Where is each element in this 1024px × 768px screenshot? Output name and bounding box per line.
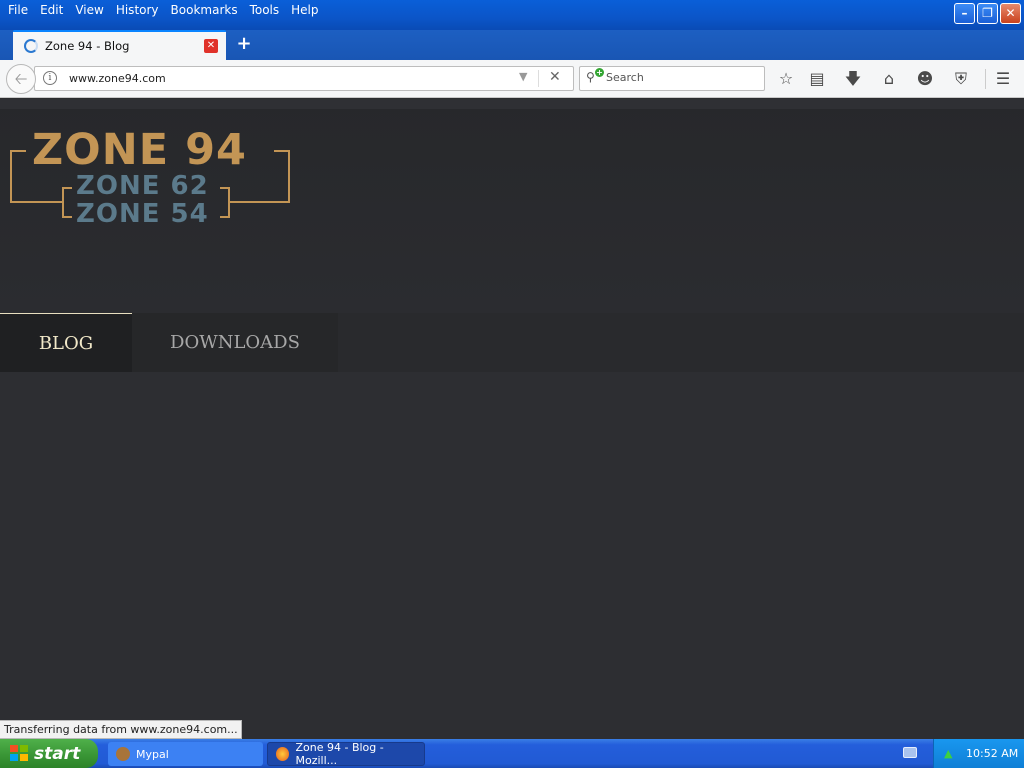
nav-bar-fill (338, 313, 1024, 372)
taskbar: start Mypal Zone 94 - Blog - Mozill... ▲… (0, 739, 1024, 768)
network-icon[interactable]: ▲ (944, 747, 956, 760)
mypal-icon (116, 747, 130, 761)
info-icon[interactable]: i (43, 71, 57, 85)
windows-flag-icon (10, 745, 29, 762)
menu-help[interactable]: Help (285, 2, 324, 18)
system-tray: ▲ 10:52 AM (933, 739, 1024, 768)
bookmark-star-icon[interactable]: ☆ (775, 68, 797, 90)
firefox-icon (276, 747, 290, 761)
new-tab-button[interactable]: + (234, 34, 254, 54)
logo-link-right (228, 201, 276, 203)
url-bar[interactable]: i www.zone94.com ▼ ✕ (34, 66, 574, 91)
reader-icon[interactable]: ▤ (806, 68, 828, 90)
clock[interactable]: 10:52 AM (966, 747, 1018, 760)
logo-sub-text-1: ZONE 62 (76, 171, 209, 201)
logo-bracket-right (274, 150, 290, 203)
nav-downloads[interactable]: DOWNLOADS (132, 313, 338, 372)
taskbar-item-label: Zone 94 - Blog - Mozill... (295, 741, 384, 767)
search-add-icon: + (595, 68, 604, 77)
window-controls: – ❐ ✕ (954, 3, 1021, 24)
menu-bar: File Edit View History Bookmarks Tools H… (2, 2, 325, 18)
navigation-bar: i www.zone94.com ▼ ✕ 🡠 ⚲ + ☆ ▤ 🡇 ⌂ ☻ ⛨ ☰ (0, 60, 1024, 98)
close-icon[interactable]: ✕ (1000, 3, 1021, 24)
page-content: ZONE 94 ZONE 62 ZONE 54 BLOG DOWNLOADS (0, 99, 1024, 739)
header-top-strip (0, 99, 1024, 109)
search-input[interactable] (606, 71, 756, 84)
home-icon[interactable]: ⌂ (878, 68, 900, 90)
menu-history[interactable]: History (110, 2, 165, 18)
logo-sub-text-2: ZONE 54 (76, 199, 209, 229)
pocket-icon[interactable]: ⛨ (950, 68, 972, 90)
tab-close-icon[interactable]: ✕ (204, 39, 218, 53)
loading-spinner-icon (24, 39, 38, 53)
logo-link-left (24, 201, 64, 203)
logo-main-text: ZONE 94 (32, 125, 247, 175)
menu-bookmarks[interactable]: Bookmarks (165, 2, 244, 18)
status-bar: Transferring data from www.zone94.com... (0, 720, 242, 739)
url-text[interactable]: www.zone94.com (69, 72, 166, 85)
restore-icon[interactable]: ❐ (977, 3, 998, 24)
download-icon[interactable]: 🡇 (842, 68, 864, 90)
menu-tools[interactable]: Tools (244, 2, 286, 18)
logo-bracket-left (10, 150, 26, 203)
site-logo[interactable]: ZONE 94 ZONE 62 ZONE 54 (8, 125, 294, 233)
taskbar-item-label: Mypal (136, 747, 169, 761)
start-label: start (34, 743, 81, 764)
search-bar[interactable]: ⚲ + (579, 66, 765, 91)
tab-title: Zone 94 - Blog (45, 39, 130, 53)
menu-edit[interactable]: Edit (34, 2, 69, 18)
menu-icon[interactable]: ☰ (992, 68, 1014, 90)
taskbar-item-firefox[interactable]: Zone 94 - Blog - Mozill... (267, 741, 425, 767)
keyboard-icon[interactable] (903, 747, 917, 758)
minimize-icon[interactable]: – (954, 3, 975, 24)
start-button[interactable]: start (0, 739, 98, 768)
smiley-icon[interactable]: ☻ (914, 68, 936, 90)
toolbar-separator (985, 69, 986, 89)
tab-zone94-blog[interactable]: Zone 94 - Blog ✕ (13, 30, 226, 60)
menu-file[interactable]: File (2, 2, 34, 18)
search-icon: ⚲ (586, 70, 595, 84)
site-nav: BLOG DOWNLOADS (0, 313, 338, 372)
url-separator (538, 70, 539, 87)
title-bar: File Edit View History Bookmarks Tools H… (0, 0, 1024, 30)
back-button[interactable]: 🡠 (6, 64, 36, 94)
menu-view[interactable]: View (69, 2, 109, 18)
tab-strip: Zone 94 - Blog ✕ + (0, 30, 1024, 60)
nav-blog[interactable]: BLOG (0, 313, 132, 372)
history-dropdown-icon[interactable]: ▼ (519, 70, 527, 83)
site-header: ZONE 94 ZONE 62 ZONE 54 (0, 99, 1024, 313)
stop-icon[interactable]: ✕ (549, 69, 561, 85)
taskbar-item-mypal[interactable]: Mypal (108, 742, 263, 766)
